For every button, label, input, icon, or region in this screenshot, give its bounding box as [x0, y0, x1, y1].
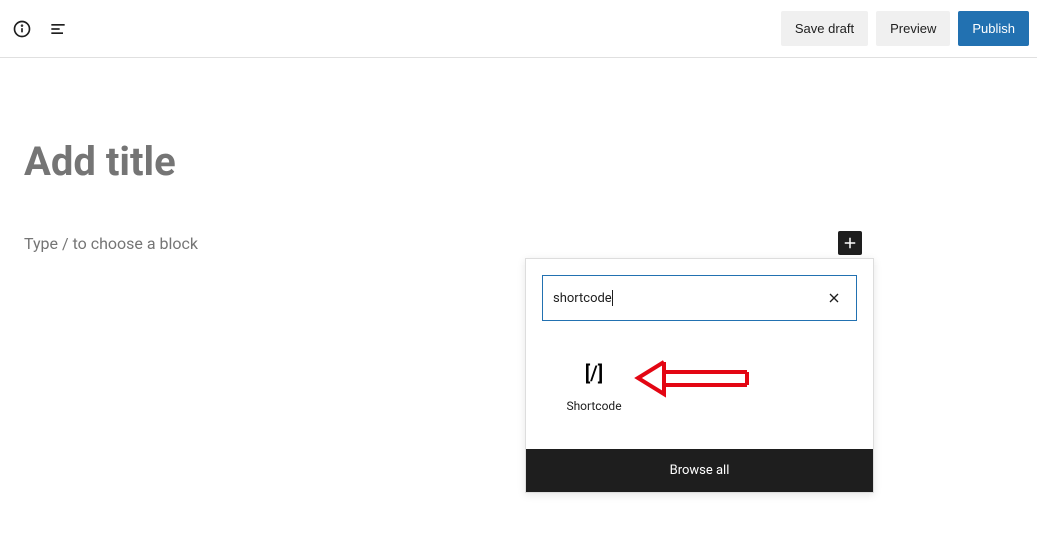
preview-button[interactable]: Preview [876, 11, 950, 46]
publish-button[interactable]: Publish [958, 11, 1029, 46]
search-input-wrapper: shortcode [542, 275, 857, 321]
inserter-results: [/] Shortcode [526, 337, 873, 449]
toolbar-left [8, 17, 70, 41]
browse-all-button[interactable]: Browse all [526, 449, 873, 492]
search-input[interactable]: shortcode [553, 291, 612, 306]
block-item-shortcode[interactable]: [/] Shortcode [542, 349, 646, 425]
toolbar-right: Save draft Preview Publish [781, 11, 1029, 46]
clear-search-button[interactable] [822, 286, 846, 310]
block-item-label: Shortcode [566, 399, 621, 413]
block-prompt-text[interactable]: Type / to choose a block [24, 234, 198, 253]
save-draft-button[interactable]: Save draft [781, 11, 868, 46]
top-toolbar: Save draft Preview Publish [0, 0, 1037, 58]
default-block-appender: Type / to choose a block [24, 231, 862, 255]
text-cursor [612, 290, 613, 306]
add-block-button[interactable] [838, 231, 862, 255]
shortcode-icon: [/] [585, 361, 604, 385]
outline-icon[interactable] [46, 17, 70, 41]
inserter-search-row: shortcode [526, 259, 873, 337]
block-inserter-popover: shortcode [/] Shortcode Browse all [525, 258, 874, 493]
info-icon[interactable] [10, 17, 34, 41]
editor-canvas: Type / to choose a block [0, 58, 1037, 255]
post-title-input[interactable] [24, 138, 524, 185]
